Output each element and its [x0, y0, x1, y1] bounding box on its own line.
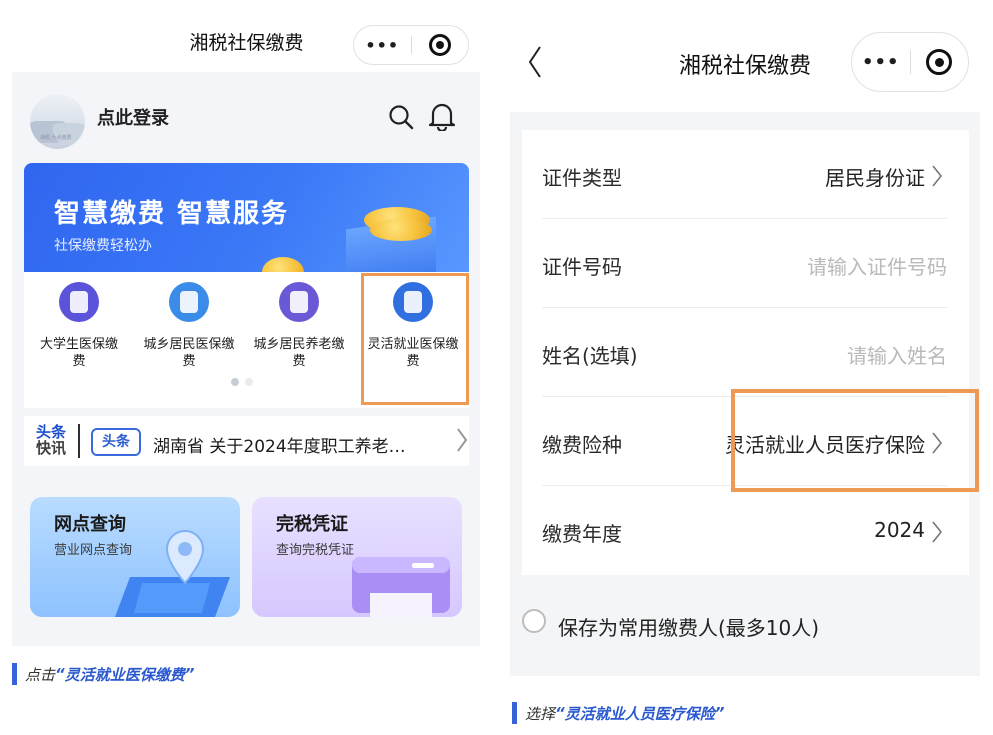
chevron-right-icon: [932, 165, 943, 187]
news-logo: 头条 快讯: [36, 424, 70, 456]
student-insurance-icon: [59, 282, 99, 322]
more-dots-icon[interactable]: •••: [852, 52, 910, 73]
chevron-right-icon: [932, 521, 943, 543]
grid-item-resident-medical[interactable]: 城乡居民医保缴费: [134, 282, 244, 370]
miniprogram-capsule: •••: [353, 25, 469, 65]
miniprogram-capsule-right: •••: [851, 32, 969, 92]
id-number-input[interactable]: 请输入证件号码: [807, 251, 947, 280]
banner-subtitle: 社保缴费轻松办: [54, 238, 152, 254]
form-row-id-number[interactable]: 证件号码 请输入证件号码: [522, 219, 969, 308]
save-payer-radio[interactable]: [522, 609, 546, 633]
resident-pension-icon: [279, 282, 319, 322]
save-payer-label[interactable]: 保存为常用缴费人(最多10人): [558, 612, 819, 641]
outlet-query-card[interactable]: 网点查询 营业网点查询: [30, 497, 240, 617]
form-label: 姓名(选填): [542, 344, 638, 368]
form-row-year[interactable]: 缴费年度 2024: [522, 486, 969, 575]
chevron-right-icon[interactable]: [455, 426, 469, 454]
highlight-frame: [361, 273, 469, 405]
banner-title: 智慧缴费 智慧服务: [54, 199, 290, 229]
login-link[interactable]: 点此登录: [97, 104, 169, 130]
form-label: 缴费险种: [542, 433, 622, 457]
more-dots-icon[interactable]: •••: [354, 36, 411, 55]
pager-dot-active: [231, 378, 239, 386]
search-icon[interactable]: [388, 104, 414, 130]
printer-icon: [352, 557, 450, 617]
form-label: 缴费年度: [542, 522, 622, 546]
caption-prefix: 点击: [25, 665, 56, 684]
resident-medical-icon: [169, 282, 209, 322]
avatar[interactable]: 湘税 九点缴费: [30, 94, 85, 149]
grid-item-label: 大学生医保缴费: [39, 337, 118, 369]
caption-bar: [512, 702, 517, 724]
caption-quote-open: “: [555, 704, 565, 722]
avatar-caption: 湘税 九点缴费: [40, 135, 72, 141]
right-caption: 选择 “ 灵活就业人员医疗保险 ”: [512, 702, 724, 724]
year-value: 2024: [874, 518, 925, 542]
grid-item-label: 城乡居民养老缴费: [253, 337, 345, 369]
news-logo-bottom: 快讯: [36, 439, 67, 457]
target-ring-icon[interactable]: [412, 34, 469, 56]
grid-item-resident-pension[interactable]: 城乡居民养老缴费: [244, 282, 354, 370]
news-headline[interactable]: 湖南省 关于2024年度职工养老…: [153, 432, 406, 457]
target-ring-icon[interactable]: [911, 49, 969, 75]
caption-quote-close: ”: [714, 704, 725, 722]
tax-certificate-card[interactable]: 完税凭证 查询完税凭证: [252, 497, 462, 617]
left-caption: 点击 “ 灵活就业医保缴费 ”: [12, 663, 194, 685]
caption-prefix: 选择: [525, 704, 556, 723]
left-screenshot: 湘税社保缴费 ••• 湘税 九点缴费 点此登录 智慧缴费 智慧服务 社保缴费轻松…: [0, 0, 493, 735]
form-row-name[interactable]: 姓名(选填) 请输入姓名: [522, 308, 969, 397]
map-pin-icon: [115, 529, 230, 617]
caption-highlight: 灵活就业医保缴费: [64, 665, 185, 684]
grid-item-student-medical[interactable]: 大学生医保缴费: [24, 282, 134, 370]
form-label: 证件类型: [542, 166, 622, 190]
grid-item-label: 城乡居民医保缴费: [143, 337, 235, 369]
form-row-id-type[interactable]: 证件类型 居民身份证: [522, 130, 969, 219]
promo-banner[interactable]: 智慧缴费 智慧服务 社保缴费轻松办: [24, 163, 469, 283]
news-badge: 头条: [91, 428, 141, 456]
id-type-value: 居民身份证: [825, 166, 925, 190]
caption-highlight: 灵活就业人员医疗保险: [564, 704, 715, 723]
caption-bar: [12, 663, 17, 685]
pager-dot: [245, 378, 253, 386]
bell-icon[interactable]: [428, 101, 456, 131]
form-label: 证件号码: [542, 255, 622, 279]
caption-quote-close: ”: [184, 665, 195, 683]
news-divider: [78, 424, 80, 458]
highlight-frame: [731, 389, 979, 492]
name-input[interactable]: 请输入姓名: [847, 340, 947, 369]
caption-quote-open: “: [55, 665, 65, 683]
coin-stack-icon: [370, 219, 432, 241]
news-logo-top: 头条: [36, 423, 67, 441]
